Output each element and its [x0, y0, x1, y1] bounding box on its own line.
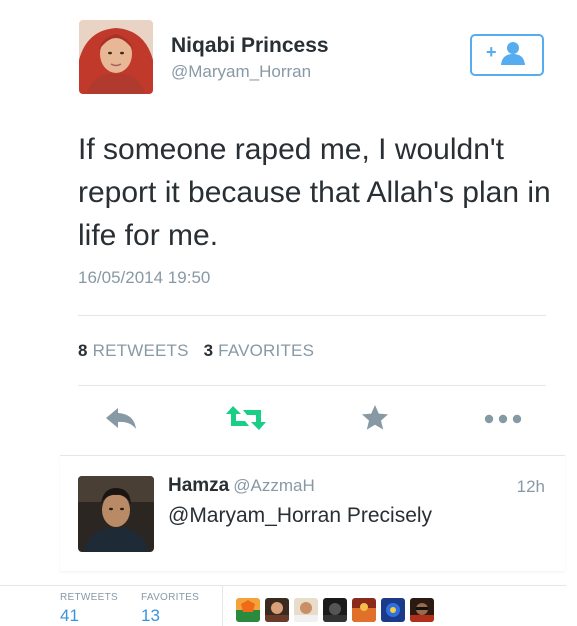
favorite-button[interactable]: [358, 403, 392, 438]
footer-favorites-value: 13: [141, 606, 160, 625]
retweet-button[interactable]: [226, 405, 266, 435]
more-button[interactable]: [484, 405, 522, 435]
reply-author-handle[interactable]: @AzzmaH: [233, 476, 315, 495]
svg-text:+: +: [486, 42, 497, 62]
author-avatar[interactable]: [79, 20, 153, 94]
retweet-label[interactable]: RETWEETS: [93, 341, 189, 360]
retweet-icon: [225, 404, 267, 437]
author-display-name[interactable]: Niqabi Princess: [171, 34, 329, 58]
tweet-timestamp[interactable]: 16/05/2014 19:50: [78, 268, 210, 288]
reply-button[interactable]: [104, 405, 138, 435]
more-icon: [484, 411, 522, 429]
favoriter-avatar[interactable]: [410, 598, 434, 622]
follow-button[interactable]: +: [470, 34, 544, 76]
divider: [78, 315, 546, 316]
favoriter-avatar[interactable]: [323, 598, 347, 622]
favoriter-avatar[interactable]: [265, 598, 289, 622]
favoriter-avatar[interactable]: [352, 598, 376, 622]
footer-retweets-value: 41: [60, 606, 79, 625]
footer-favorites[interactable]: FAVORITES 13: [141, 592, 199, 626]
retweet-count[interactable]: 8: [78, 341, 88, 360]
tweet-card: Niqabi Princess @Maryam_Horran + If some…: [0, 0, 566, 455]
reply-author: Hamza @AzzmaH: [168, 475, 315, 497]
favoriter-avatar[interactable]: [294, 598, 318, 622]
divider: [78, 385, 546, 386]
favorite-count[interactable]: 3: [204, 341, 214, 360]
add-user-icon: +: [486, 40, 528, 71]
favorite-icon: [360, 403, 390, 438]
tweet-stats: 8 RETWEETS 3 FAVORITES: [78, 341, 314, 361]
favoriter-avatar[interactable]: [236, 598, 260, 622]
reply-icon: [104, 405, 138, 436]
favorite-label[interactable]: FAVORITES: [218, 341, 314, 360]
reply-tweet[interactable]: Hamza @AzzmaH 12h @Maryam_Horran Precisel…: [60, 455, 565, 571]
reply-text: @Maryam_Horran Precisely: [168, 504, 433, 527]
footer-favorites-label: FAVORITES: [141, 592, 200, 603]
reply-time[interactable]: 12h: [517, 477, 545, 497]
divider: [222, 586, 223, 626]
reply-author-avatar[interactable]: [78, 476, 154, 552]
favoriter-avatar[interactable]: [381, 598, 405, 622]
footer-retweets-label: RETWEETS: [60, 592, 118, 603]
tweet-text: If someone raped me, I wouldn't report i…: [78, 133, 551, 252]
author-handle[interactable]: @Maryam_Horran: [171, 62, 311, 82]
footer-retweets[interactable]: RETWEETS 41: [60, 592, 118, 626]
footer-stats: RETWEETS 41 FAVORITES 13: [0, 585, 566, 626]
reply-author-name[interactable]: Hamza: [168, 475, 229, 496]
